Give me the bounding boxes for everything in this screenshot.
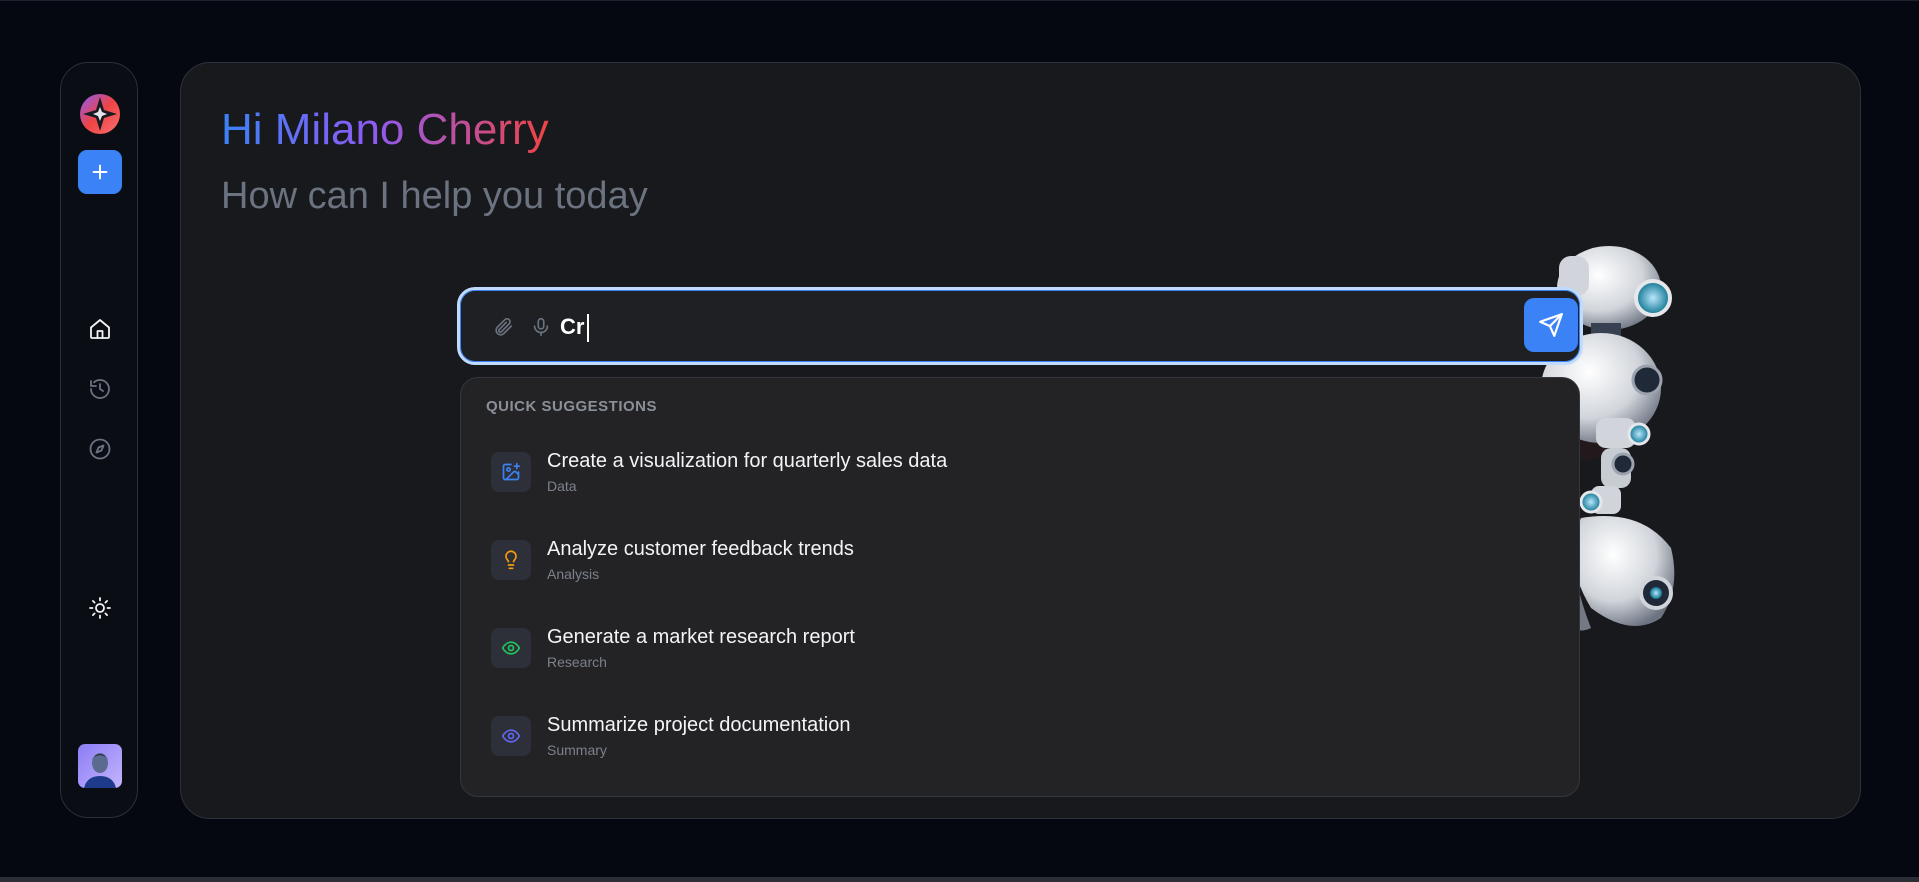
greeting-title: Hi Milano Cherry [221,105,549,154]
suggestions-header: QUICK SUGGESTIONS [486,398,658,415]
send-icon [1539,313,1563,337]
suggestion-category: Data [547,478,577,494]
quick-suggestions-panel: QUICK SUGGESTIONS Create a visualization… [460,377,1580,797]
sidebar-item-home[interactable] [87,316,113,342]
main-panel: Hi Milano Cherry How can I help you toda… [180,62,1861,819]
suggestion-item[interactable]: Analyze customer feedback trends Analysi… [473,526,1569,596]
microphone-button[interactable] [528,314,554,340]
plus-icon [92,164,108,180]
image-plus-icon [491,452,531,492]
suggestion-title: Create a visualization for quarterly sal… [547,450,948,472]
eye-icon [491,628,531,668]
eye-icon [491,716,531,756]
bottom-edge-bar [0,877,1919,882]
suggestion-title: Summarize project documentation [547,714,851,736]
suggestion-title: Generate a market research report [547,626,855,648]
theme-toggle[interactable] [87,595,113,621]
sidebar-item-explore[interactable] [87,436,113,462]
chat-input-bar [457,287,1583,365]
suggestion-category: Analysis [547,566,600,582]
text-caret [587,314,589,342]
app-root: Hi Milano Cherry How can I help you toda… [0,0,1919,882]
suggestion-item[interactable]: Summarize project documentation Summary [473,702,1569,772]
avatar[interactable] [78,744,122,788]
lightbulb-icon [491,540,531,580]
logo-icon[interactable] [79,93,121,135]
sidebar [60,62,138,818]
sun-icon [89,597,111,619]
new-chat-button[interactable] [78,150,122,194]
compass-icon [89,438,111,460]
chat-input[interactable] [560,308,1420,346]
home-icon [90,319,110,339]
greeting-subtitle: How can I help you today [221,175,648,217]
history-icon [90,379,110,399]
suggestion-title: Analyze customer feedback trends [547,538,854,560]
suggestion-category: Summary [547,742,607,758]
sidebar-item-history[interactable] [87,376,113,402]
suggestion-item[interactable]: Create a visualization for quarterly sal… [473,438,1569,508]
attach-button[interactable] [490,314,516,340]
send-button[interactable] [1524,298,1578,352]
paperclip-icon [495,317,513,336]
suggestion-item[interactable]: Generate a market research report Resear… [473,614,1569,684]
microphone-icon [533,317,549,337]
suggestion-category: Research [547,654,607,670]
